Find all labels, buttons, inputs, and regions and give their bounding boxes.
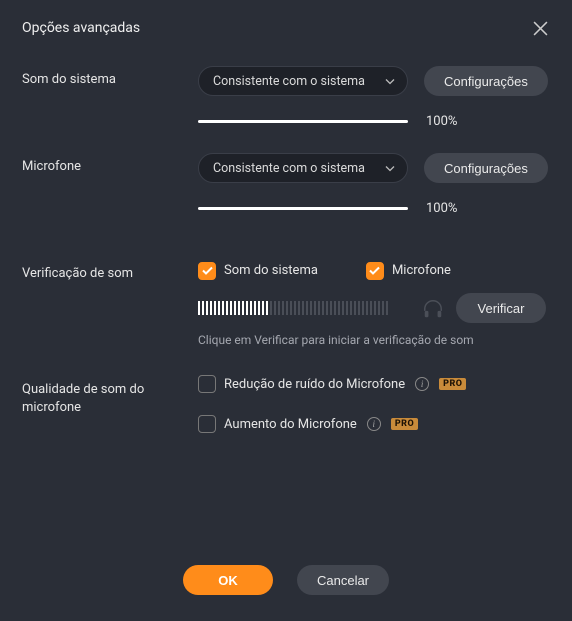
system-sound-select[interactable]: Consistente com o sistema <box>198 66 408 96</box>
noise-reduction-label: Redução de ruído do Microfone <box>224 377 405 392</box>
mic-boost-checkbox[interactable]: Aumento do Microfone <box>198 415 357 433</box>
system-sound-volume-slider[interactable] <box>198 120 408 123</box>
sound-check-hint: Clique em Verificar para iniciar a verif… <box>198 333 550 347</box>
dialog-title: Opções avançadas <box>22 20 140 36</box>
system-sound-volume-value: 100% <box>426 114 457 129</box>
checkbox-off-icon <box>198 415 216 433</box>
cancel-button[interactable]: Cancelar <box>297 565 389 595</box>
checkbox-on-icon <box>198 262 216 280</box>
sound-check-label: Verificação de som <box>22 260 198 281</box>
microphone-volume-slider[interactable] <box>198 207 408 210</box>
sound-check-mic-checkbox[interactable]: Microfone <box>366 262 451 280</box>
microphone-settings-button[interactable]: Configurações <box>424 153 548 183</box>
checkbox-off-icon <box>198 375 216 393</box>
sound-check-system-label: Som do sistema <box>224 263 318 278</box>
mic-quality-label: Qualidade de som do microfone <box>22 375 198 416</box>
sound-check-meter <box>198 300 408 316</box>
microphone-label: Microfone <box>22 153 198 174</box>
system-sound-label: Som do sistema <box>22 66 198 87</box>
microphone-select[interactable]: Consistente com o sistema <box>198 153 408 183</box>
chevron-down-icon <box>385 161 395 176</box>
mic-boost-label: Aumento do Microfone <box>224 417 357 432</box>
system-sound-select-value: Consistente com o sistema <box>213 74 365 89</box>
checkbox-on-icon <box>366 262 384 280</box>
pro-badge: PRO <box>391 418 418 430</box>
close-button[interactable] <box>530 18 550 38</box>
close-icon <box>533 21 548 36</box>
sound-check-mic-label: Microfone <box>392 263 451 278</box>
microphone-select-value: Consistente com o sistema <box>213 161 365 176</box>
info-icon[interactable]: i <box>367 417 381 431</box>
noise-reduction-checkbox[interactable]: Redução de ruído do Microfone <box>198 375 405 393</box>
headphone-icon <box>422 298 442 318</box>
info-icon[interactable]: i <box>415 377 429 391</box>
pro-badge: PRO <box>439 378 466 390</box>
chevron-down-icon <box>385 74 395 89</box>
sound-check-system-checkbox[interactable]: Som do sistema <box>198 262 318 280</box>
system-sound-settings-button[interactable]: Configurações <box>424 66 548 96</box>
ok-button[interactable]: OK <box>183 565 273 595</box>
microphone-volume-value: 100% <box>426 201 457 216</box>
sound-check-verify-button[interactable]: Verificar <box>456 293 546 323</box>
